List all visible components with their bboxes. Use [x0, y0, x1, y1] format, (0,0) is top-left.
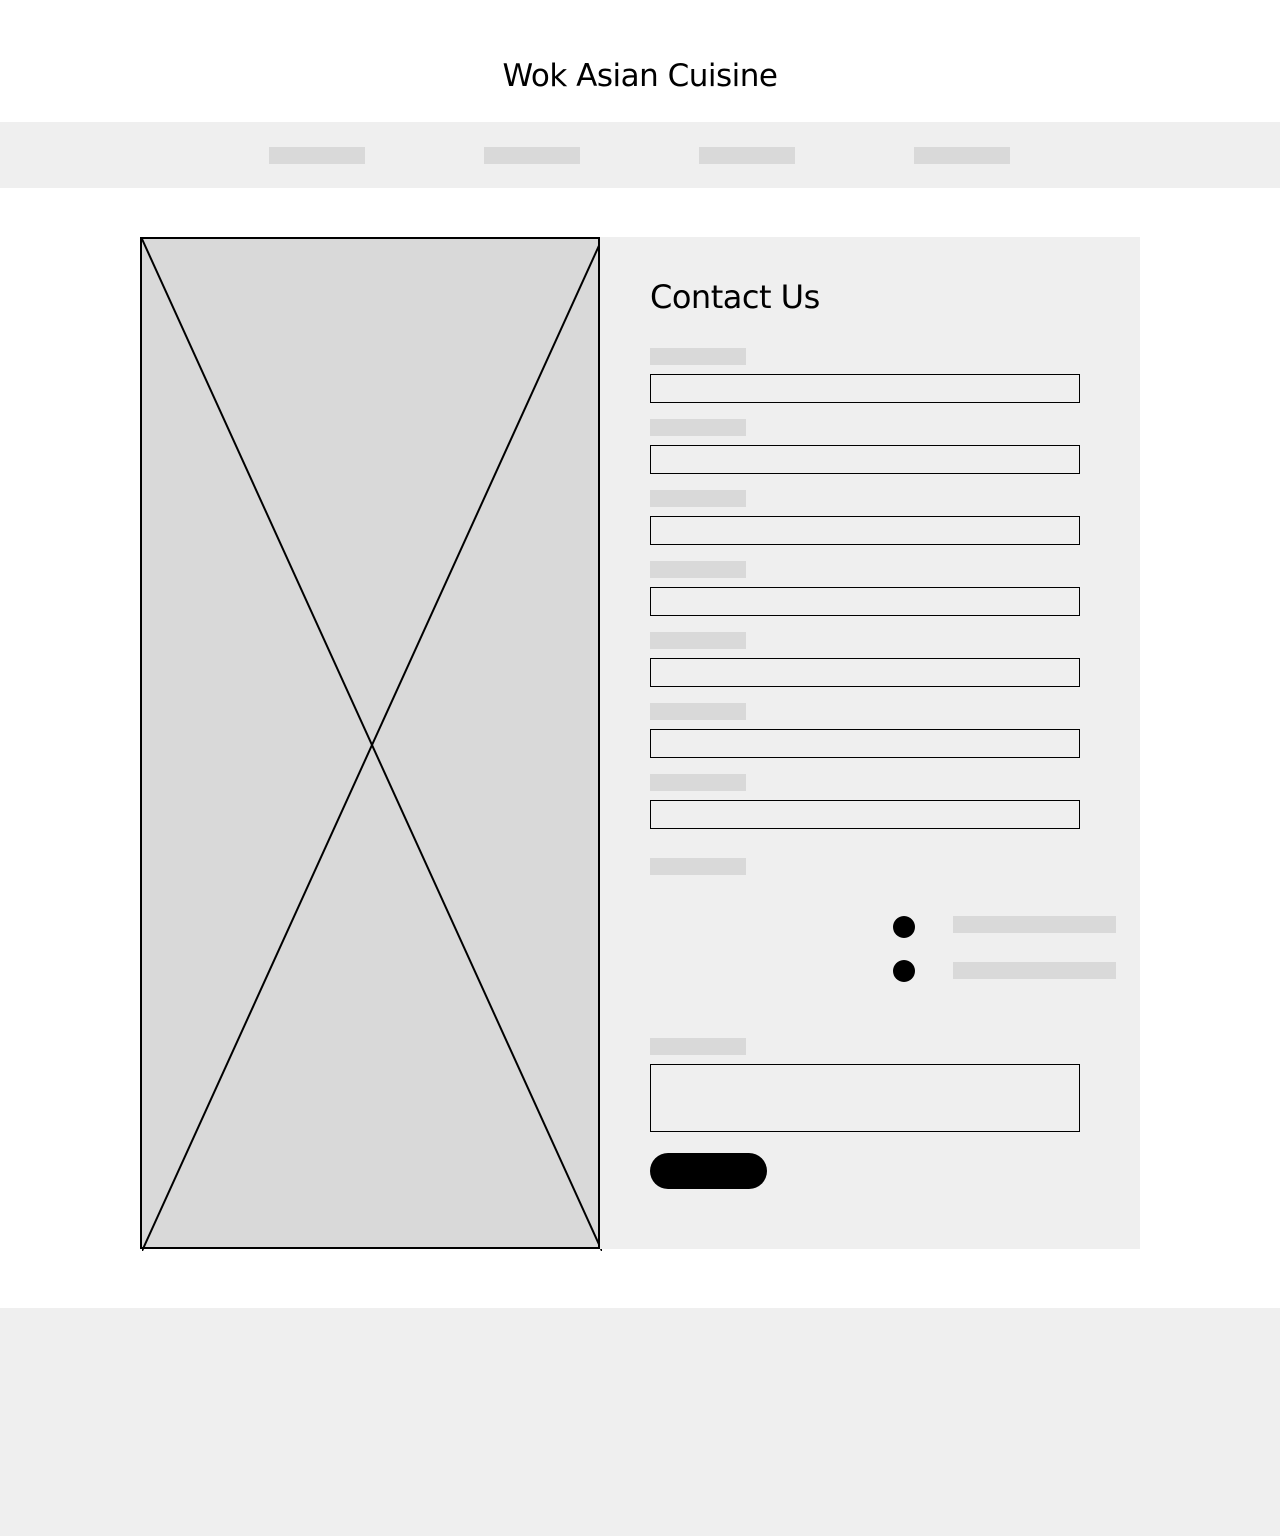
text-field-3[interactable]: [650, 516, 1080, 545]
field-label-5: [650, 632, 746, 649]
radio-group-label: [650, 858, 746, 875]
image-placeholder-icon: [142, 239, 602, 1251]
text-field-7[interactable]: [650, 800, 1080, 829]
field-label-6: [650, 703, 746, 720]
nav-item-2[interactable]: [484, 147, 580, 164]
text-field-5[interactable]: [650, 658, 1080, 687]
text-field-4[interactable]: [650, 587, 1080, 616]
field-label-1: [650, 348, 746, 365]
nav-item-4[interactable]: [914, 147, 1010, 164]
field-label-2: [650, 419, 746, 436]
submit-button[interactable]: [650, 1153, 767, 1189]
nav-item-3[interactable]: [699, 147, 795, 164]
field-label-7: [650, 774, 746, 791]
radio-option-2-label: [953, 962, 1116, 979]
page: Wok Asian Cuisine Contact Us: [0, 0, 1280, 1536]
site-title: Wok Asian Cuisine: [502, 58, 778, 94]
message-textarea[interactable]: [650, 1064, 1080, 1132]
field-label-4: [650, 561, 746, 578]
text-field-6[interactable]: [650, 729, 1080, 758]
footer: [0, 1308, 1280, 1536]
image-placeholder: [140, 237, 602, 1251]
text-field-2[interactable]: [650, 445, 1080, 474]
radio-option-1[interactable]: [893, 916, 915, 938]
nav-item-1[interactable]: [269, 147, 365, 164]
main-content: Contact Us: [140, 237, 1140, 1251]
main-navigation: [0, 122, 1280, 188]
contact-form-panel: Contact Us: [600, 237, 1140, 1249]
radio-option-1-label: [953, 916, 1116, 933]
radio-option-2[interactable]: [893, 960, 915, 982]
message-label: [650, 1038, 746, 1055]
contact-heading: Contact Us: [650, 278, 820, 316]
text-field-1[interactable]: [650, 374, 1080, 403]
field-label-3: [650, 490, 746, 507]
